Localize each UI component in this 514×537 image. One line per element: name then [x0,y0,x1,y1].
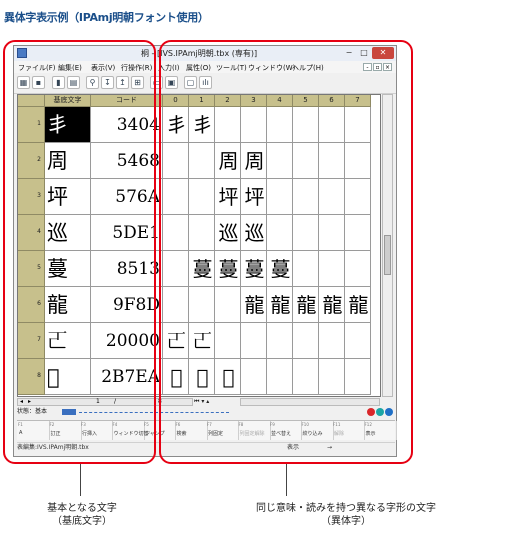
variant-callout [159,40,413,464]
variant-caption: 同じ意味・読みを持つ異なる字形の文字 （異体字） [236,502,456,528]
base-char-caption-line2: （基底文字） [52,516,112,527]
base-char-leader [80,464,81,496]
variant-leader [286,464,287,496]
variant-caption-line1: 同じ意味・読みを持つ異なる字形の文字 [256,503,436,514]
variant-caption-line2: （異体字） [321,516,371,527]
base-char-caption-line1: 基本となる文字 [47,503,117,514]
base-char-caption: 基本となる文字 （基底文字） [30,502,134,528]
page-title: 異体字表示例（IPAmj明朝フォント使用） [4,11,209,24]
base-char-callout [3,40,156,464]
